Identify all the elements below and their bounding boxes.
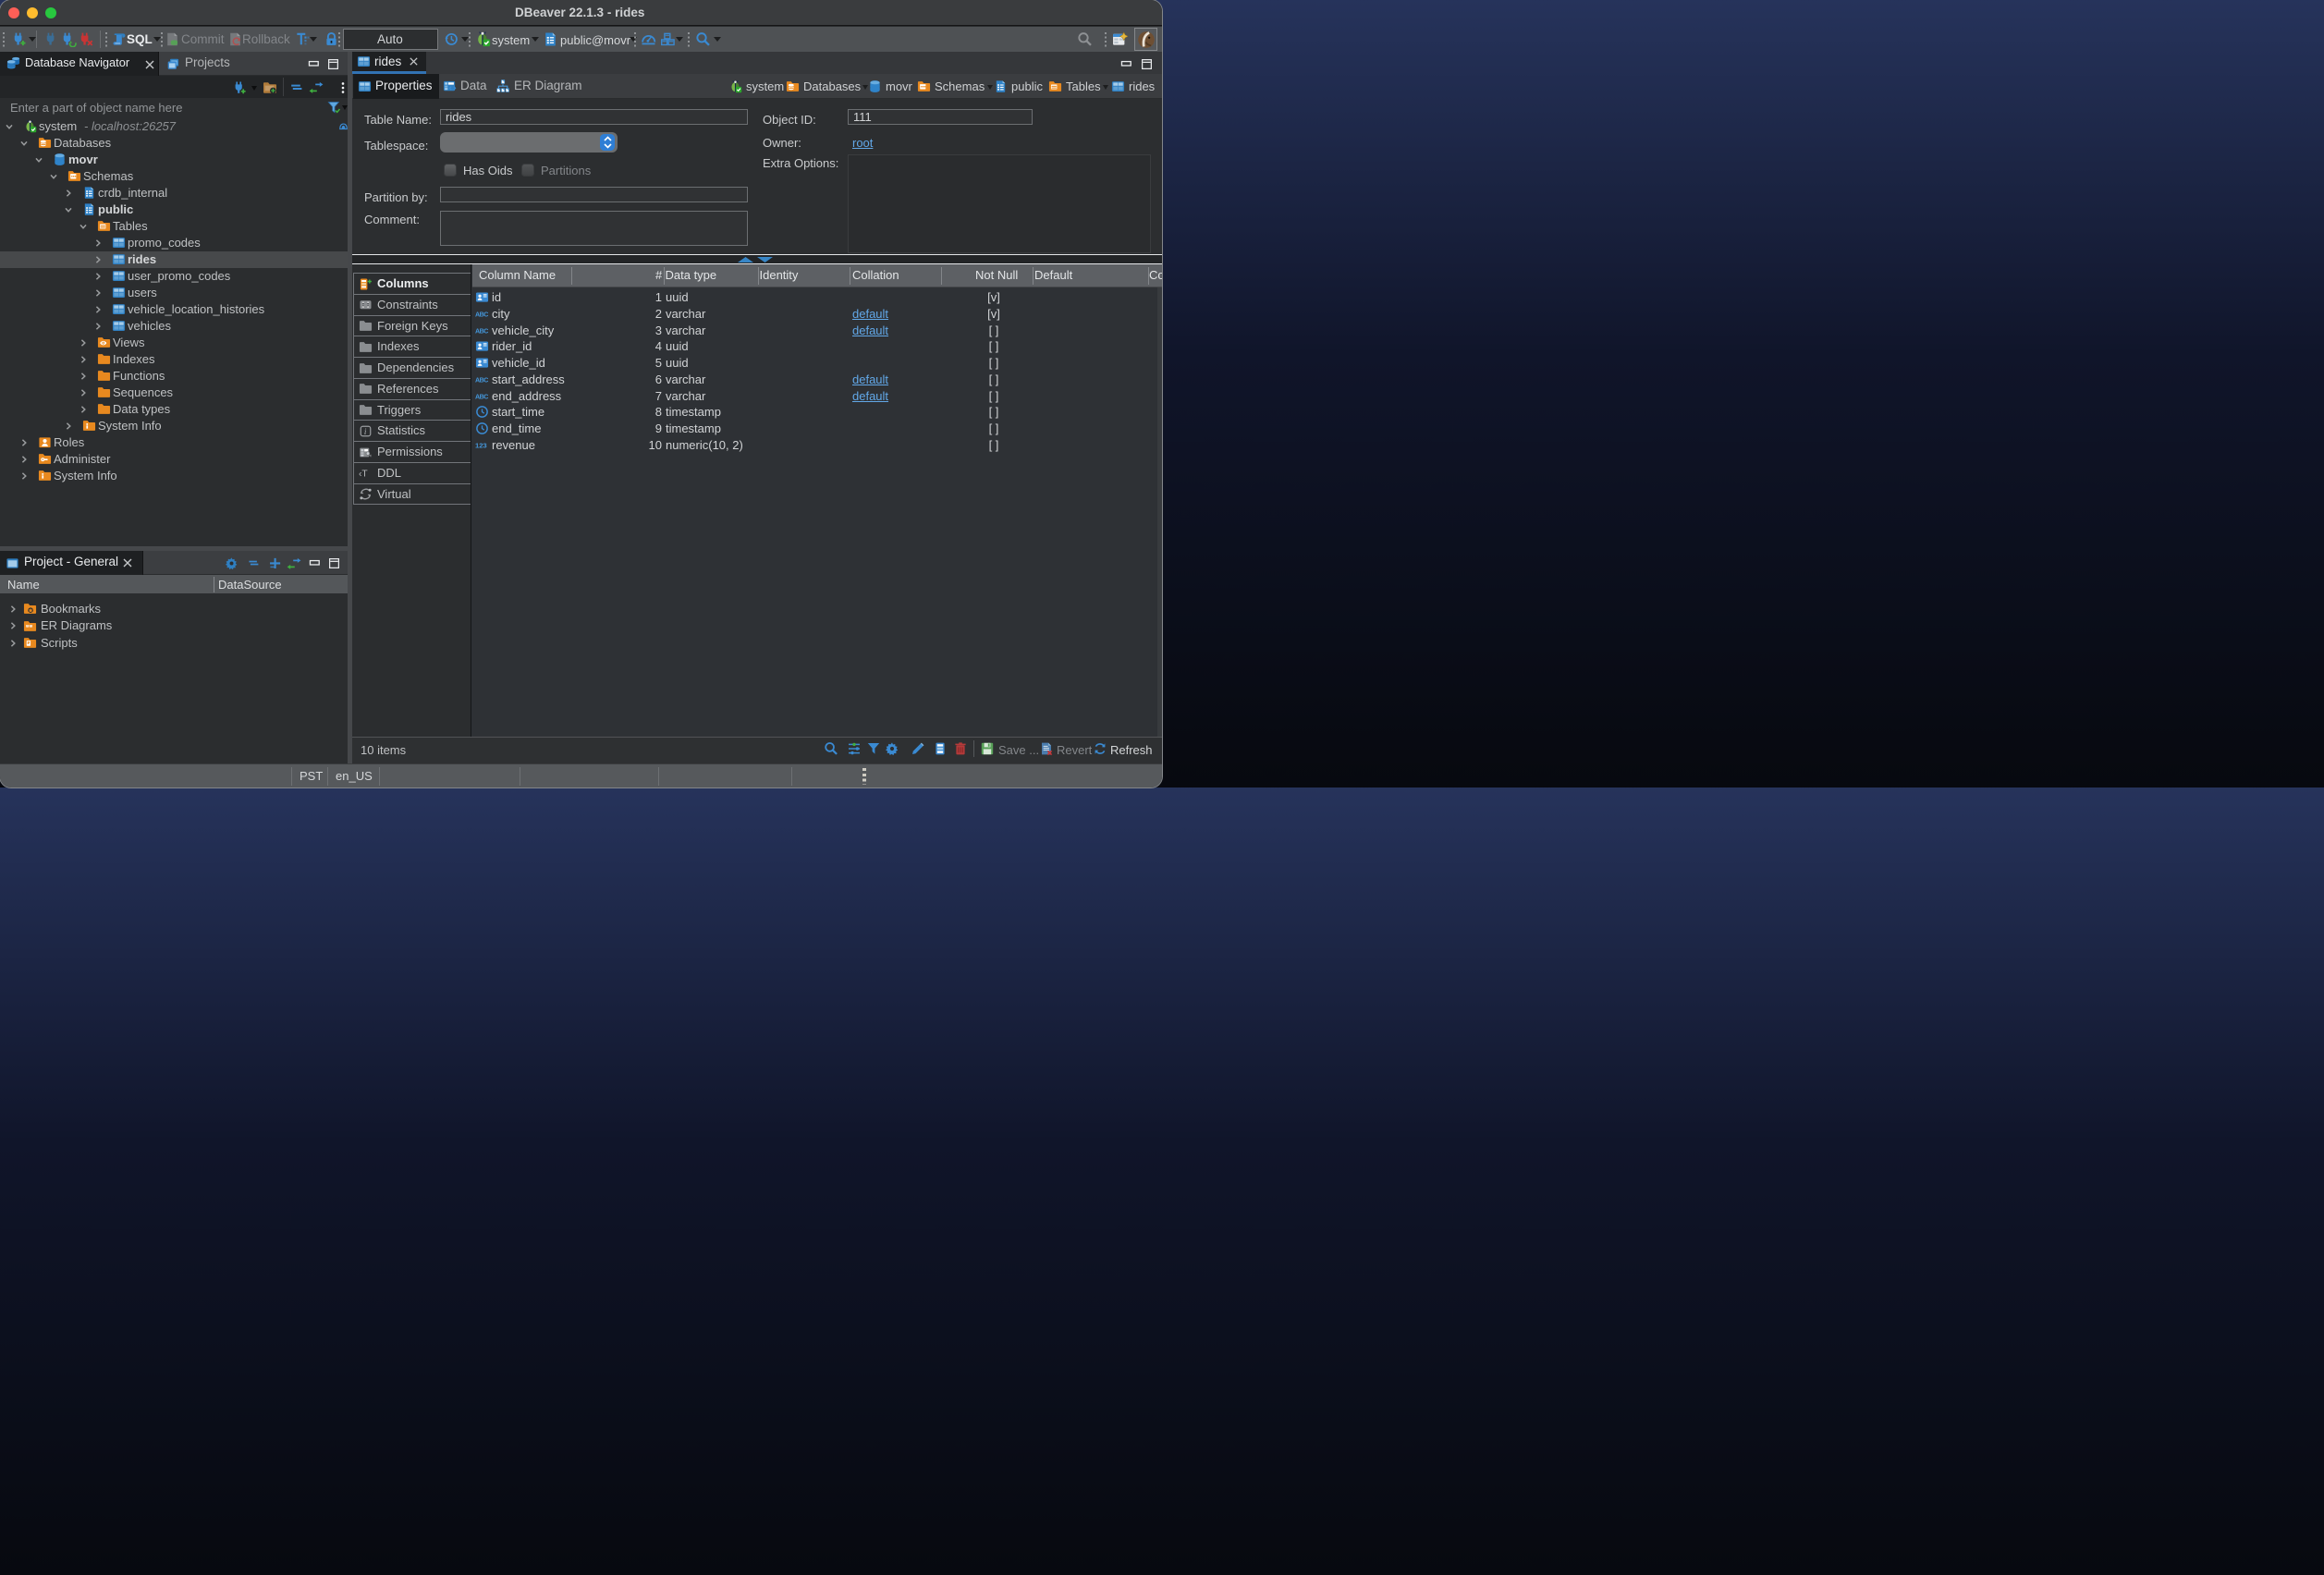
svg-text:‹T: ‹T bbox=[359, 470, 368, 480]
svg-text:ABC: ABC bbox=[475, 393, 488, 400]
svg-text:ABC: ABC bbox=[475, 376, 488, 384]
svg-text:i: i bbox=[364, 427, 367, 436]
svg-text:123: 123 bbox=[475, 441, 487, 449]
svg-text:ABC: ABC bbox=[475, 327, 488, 335]
svg-text:ABC: ABC bbox=[475, 311, 488, 318]
